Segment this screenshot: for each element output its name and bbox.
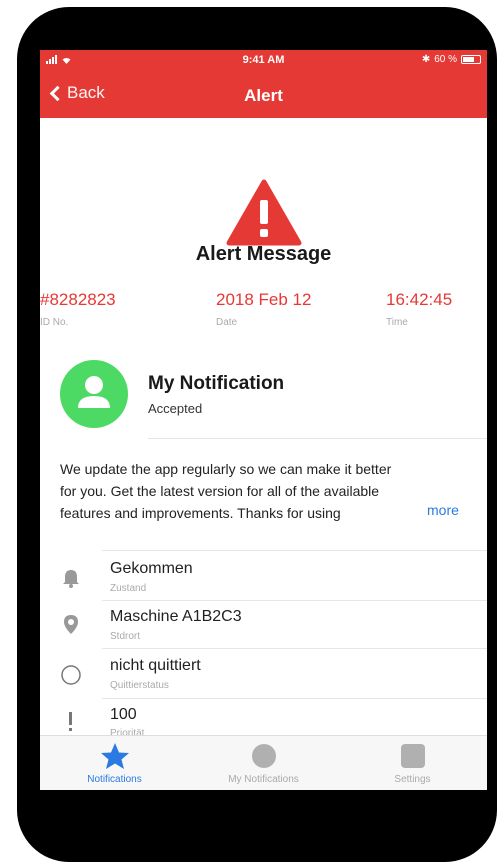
divider — [102, 600, 487, 601]
detail-title: Maschine A1B2C3 — [110, 608, 242, 625]
alert-title: Alert Message — [195, 243, 332, 265]
detail-subtitle: Quittierstatus — [110, 680, 169, 691]
tab-notifications[interactable]: Notifications — [40, 736, 189, 790]
exclamation-icon — [69, 712, 72, 731]
bluetooth-icon: ✱ — [421, 54, 431, 65]
divider — [148, 438, 487, 439]
description-line: for you. Get the latest version for all … — [60, 483, 380, 499]
star-icon — [100, 743, 129, 769]
description-text: We update the app regularly so we can ma… — [60, 458, 480, 524]
tab-bar: Notifications My Notifications Settings — [40, 735, 487, 790]
square-icon — [400, 744, 425, 768]
detail-subtitle: Stdrort — [110, 631, 141, 642]
description-line: We update the app regularly so we can ma… — [60, 461, 392, 477]
divider — [102, 648, 487, 649]
date-value: 2018 Feb 12 — [216, 290, 312, 309]
location-pin-icon — [64, 615, 78, 634]
battery-percent: 60 % — [434, 54, 457, 65]
time-value: 16:42:45 — [386, 290, 453, 309]
tab-label: My Notifications — [228, 774, 299, 785]
app-screen: 9:41 AM ✱ 60 % Back Alert Alert Message … — [40, 50, 487, 790]
time-label: Time — [386, 317, 408, 328]
nav-title: Alert — [244, 86, 283, 105]
more-link[interactable]: more — [427, 502, 459, 518]
battery-icon — [461, 55, 481, 64]
divider — [102, 550, 487, 551]
tab-label: Notifications — [87, 774, 142, 785]
notification-title: My Notification — [148, 373, 285, 394]
date-label: Date — [216, 317, 238, 328]
id-value: #8282823 — [40, 290, 116, 309]
tab-my-notifications[interactable]: My Notifications — [189, 736, 338, 790]
warning-triangle-icon — [226, 179, 302, 246]
detail-title: Gekommen — [110, 560, 193, 577]
divider — [102, 698, 487, 699]
nav-bar: Back Alert — [40, 72, 487, 118]
circle-icon — [61, 665, 81, 685]
avatar — [60, 360, 128, 428]
notification-status: Accepted — [148, 401, 203, 416]
status-bar: 9:41 AM ✱ 60 % — [40, 50, 487, 72]
id-label: ID No. — [40, 317, 69, 328]
description-line: features and improvements. Thanks for us… — [60, 505, 341, 521]
battery-group: ✱ 60 % — [422, 54, 481, 65]
status-time: 9:41 AM — [242, 54, 285, 66]
detail-title: nicht quittiert — [110, 657, 201, 674]
detail-subtitle: Zustand — [110, 583, 147, 594]
user-icon — [78, 376, 110, 408]
detail-title: 100 — [110, 706, 137, 723]
bell-icon — [63, 570, 79, 588]
tab-label: Settings — [394, 774, 431, 785]
tab-settings[interactable]: Settings — [338, 736, 487, 790]
circle-icon — [251, 744, 276, 768]
